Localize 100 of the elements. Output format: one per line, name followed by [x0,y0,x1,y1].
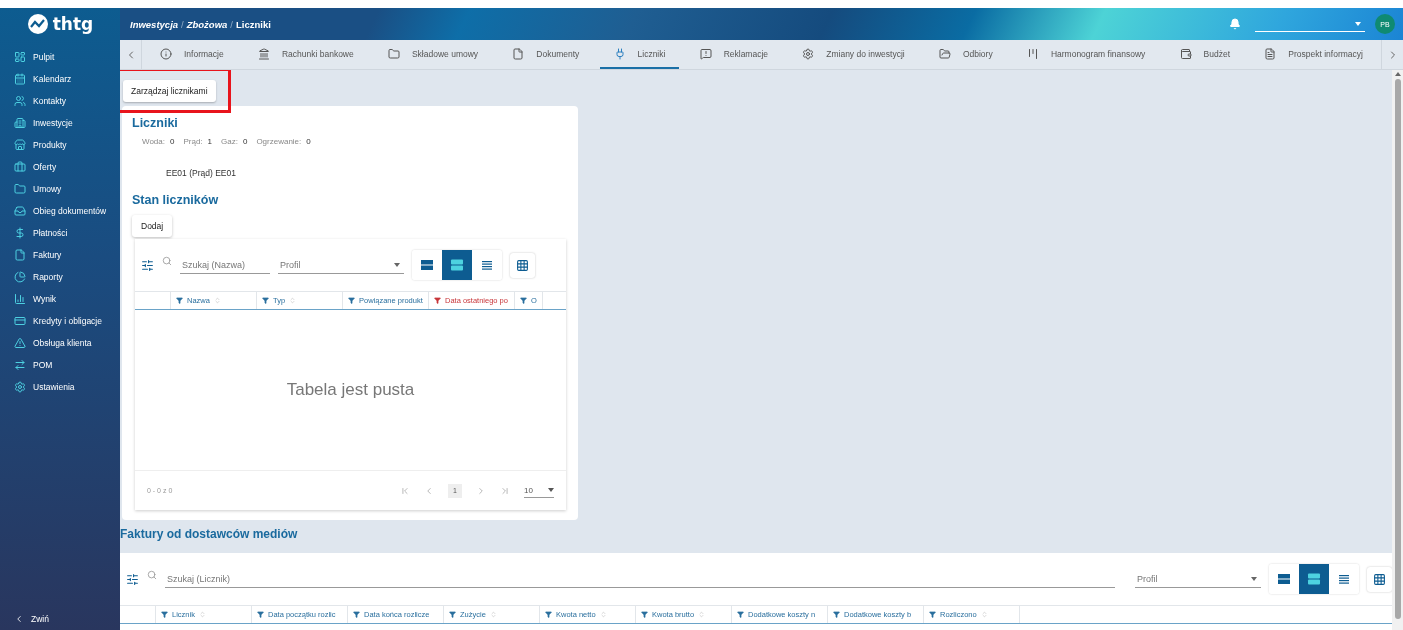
sidebar-item[interactable]: POM [0,354,120,376]
tab[interactable]: Prospekt informacyj [1250,40,1377,69]
sidebar-item[interactable]: Wynik [0,288,120,310]
collapse-link[interactable]: Zwiń [0,608,120,630]
sidebar-item[interactable]: Kalendarz [0,68,120,90]
search-field[interactable]: Szukaj (Nazwa) [180,256,270,274]
tab[interactable]: Harmonogram finansowy [1012,40,1160,69]
count-text: Prąd: 1 [183,137,212,146]
store-icon [14,139,26,151]
filter-icon[interactable] [434,297,441,304]
filter-icon[interactable] [737,611,744,618]
caret-icon [1355,21,1361,26]
sidebar-item[interactable]: Raporty [0,266,120,288]
tab[interactable]: Dokumenty [498,40,594,69]
message-alert-icon [699,47,712,60]
manage-meters-button[interactable]: Zarządzaj licznikami [123,80,216,102]
sidebar-item[interactable]: Inwestycje [0,112,120,134]
filter-icon[interactable] [353,611,360,618]
file-icon [14,249,26,261]
search-field[interactable]: Szukaj (Licznik) [165,570,1115,588]
breadcrumb-link[interactable]: Liczniki [236,18,271,30]
last-page-icon [500,485,510,496]
breadcrumb-link[interactable]: Zbożowa [186,18,228,30]
density-button[interactable] [442,250,472,280]
sidebar-item[interactable]: Oferty [0,156,120,178]
tab[interactable]: Budżet [1165,40,1245,69]
sidebar-item[interactable]: Obieg dokumentów [0,200,120,222]
density-button[interactable] [1269,564,1299,594]
empty-message: Tabela jest pusta [286,380,415,400]
scrollbar[interactable] [1392,70,1403,630]
sidebar-item[interactable]: Pulpit [0,46,120,68]
arrows-icon [14,359,26,371]
density-button[interactable] [412,250,442,280]
density-button[interactable] [1299,564,1329,594]
breadcrumb-separator: / [181,18,184,30]
density-button[interactable] [472,250,502,280]
info-icon [160,47,172,60]
sidebar-item[interactable]: Produkty [0,134,120,156]
section-title: Faktury od dostawców mediów [120,527,298,541]
credit-card-icon [14,315,26,327]
document-icon [1264,47,1277,60]
tab[interactable]: Reklamacje [685,40,783,69]
filter-icon[interactable] [641,611,648,618]
grid-icon [1373,572,1386,586]
plug-icon [613,47,626,60]
tab[interactable]: Odbiory [924,40,1007,69]
filter-settings-icon[interactable] [126,572,139,586]
breadcrumb-link[interactable]: Inwestycja [130,18,179,30]
filter-icon[interactable] [833,611,840,618]
sidebar-item[interactable]: Kredyty i obligacje [0,310,120,332]
inbox-icon [14,205,26,217]
tab[interactable]: Informacje [146,40,238,69]
filter-icon[interactable] [262,297,269,304]
caret-icon [394,262,400,267]
columns-button[interactable] [1367,566,1392,592]
split-rows-icon [1307,572,1321,586]
tab[interactable]: Zmiany do inwestycji [788,40,919,69]
filter-icon[interactable] [929,611,936,618]
thick-rows-icon [1277,572,1291,586]
add-button[interactable]: Dodaj [132,215,173,237]
filter-icon[interactable] [449,611,456,618]
density-button[interactable] [1329,564,1359,594]
thick-rows-icon [420,258,434,272]
building-icon [14,117,26,129]
tab[interactable]: Składowe umowy [373,40,493,69]
section-title: Liczniki [132,116,179,130]
sidebar-item[interactable]: Umowy [0,178,120,200]
chevron-right-icon [476,485,486,496]
bar-chart-icon [14,293,26,305]
page-size-select[interactable]: 10 [524,483,554,498]
dollar-icon [14,227,26,239]
filter-icon[interactable] [520,297,527,304]
chevron-left-icon [424,485,434,496]
sidebar-item[interactable]: Ustawienia [0,376,120,398]
bank-icon [257,47,270,60]
folder-icon [938,47,951,60]
profile-select[interactable]: Profil [278,256,404,274]
section-title: Stan liczników [132,193,220,207]
sidebar-item[interactable]: Płatności [0,222,120,244]
filter-icon[interactable] [257,611,264,618]
filter-icon[interactable] [176,297,183,304]
search-icon [162,256,172,266]
thin-rows-icon [1337,572,1351,586]
split-rows-icon [450,258,464,272]
briefcase-icon [14,161,26,173]
filter-icon[interactable] [545,611,552,618]
profile-select[interactable]: Profil [1135,570,1261,588]
chevron-left-icon [14,614,24,624]
tab[interactable]: Rachunki bankowe [243,40,368,69]
columns-button[interactable] [510,252,535,278]
settings-icon [14,381,26,393]
search-icon [147,570,157,580]
folder-icon [14,183,26,195]
sidebar-item[interactable]: Obsługa klienta [0,332,120,354]
sidebar-item[interactable]: Kontakty [0,90,120,112]
calendar-icon [14,73,26,85]
filter-icon[interactable] [348,297,355,304]
sidebar-item[interactable]: Faktury [0,244,120,266]
filter-icon[interactable] [161,611,168,618]
filter-settings-icon[interactable] [141,258,154,272]
